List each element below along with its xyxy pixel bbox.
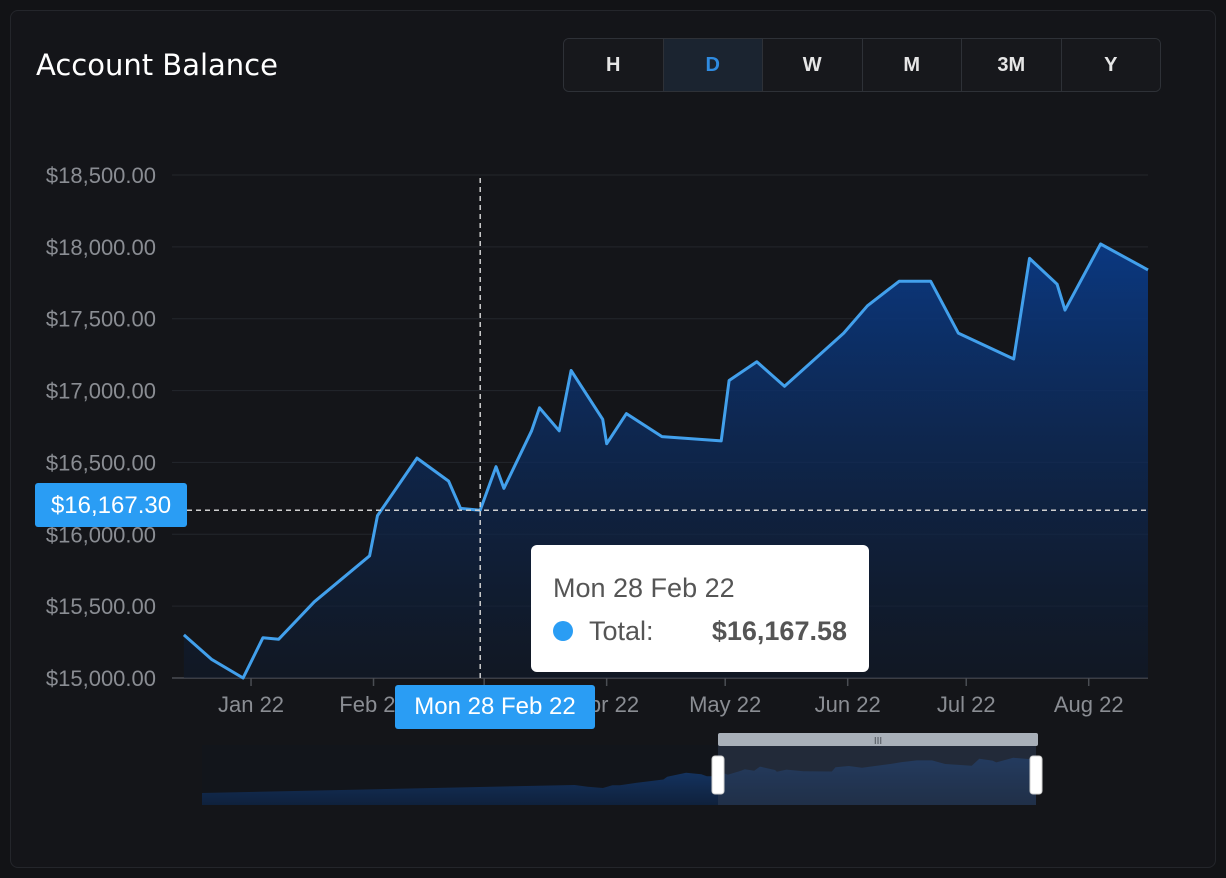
y-tick-label: $18,000.00 — [46, 235, 156, 260]
data-point — [929, 279, 933, 283]
navigator-handle-left[interactable] — [711, 755, 725, 795]
crosshair-y-label: $16,167.30 — [35, 483, 187, 527]
data-point — [494, 465, 498, 469]
data-point — [312, 600, 316, 604]
data-point — [569, 368, 573, 372]
data-point — [755, 360, 759, 364]
data-point — [1012, 357, 1016, 361]
navigator-handle-right[interactable] — [1029, 755, 1043, 795]
chart-tooltip: Mon 28 Feb 22 Total: $16,167.58 — [531, 545, 869, 672]
data-point — [415, 456, 419, 460]
data-point — [727, 379, 731, 383]
crosshair-x-label: Mon 28 Feb 22 — [395, 685, 595, 729]
data-point — [1027, 256, 1031, 260]
x-tick-label: Jun 22 — [815, 692, 881, 717]
scrollbar-grip-icon: III — [874, 736, 882, 747]
data-point — [210, 657, 214, 661]
x-tick-label: Jan 22 — [218, 692, 284, 717]
y-tick-label: $17,000.00 — [46, 379, 156, 404]
x-tick-label: May 22 — [689, 692, 761, 717]
data-point — [375, 514, 379, 518]
x-tick-label: Jul 22 — [937, 692, 996, 717]
y-tick-label: $15,500.00 — [46, 594, 156, 619]
data-point — [1055, 282, 1059, 286]
data-point — [605, 442, 609, 446]
data-point — [368, 554, 372, 558]
data-point — [182, 633, 186, 637]
x-axis: Jan 22Feb 22Mar 22Apr 22May 22Jun 22Jul … — [172, 677, 1148, 717]
data-point — [277, 637, 281, 641]
data-point — [842, 331, 846, 335]
x-tick-label: Aug 22 — [1054, 692, 1124, 717]
data-point — [956, 331, 960, 335]
data-point — [865, 304, 869, 308]
data-point — [660, 435, 664, 439]
y-axis: $15,000.00$15,500.00$16,000.00$16,500.00… — [46, 163, 156, 691]
tooltip-date: Mon 28 Feb 22 — [553, 573, 735, 603]
crosshair-y-label-text: $16,167.30 — [51, 492, 171, 519]
data-point — [241, 676, 245, 680]
tooltip-series-label: Total: — [589, 616, 654, 646]
data-point — [537, 406, 541, 410]
data-point — [1063, 308, 1067, 312]
crosshair-x-label-text: Mon 28 Feb 22 — [414, 693, 575, 720]
tooltip-value: $16,167.58 — [712, 616, 847, 646]
data-point — [719, 439, 723, 443]
y-tick-label: $17,500.00 — [46, 307, 156, 332]
data-point — [1146, 268, 1150, 272]
data-point — [1099, 242, 1103, 246]
data-point — [897, 279, 901, 283]
y-tick-label: $16,500.00 — [46, 450, 156, 475]
y-tick-label: $18,500.00 — [46, 163, 156, 188]
data-point — [261, 636, 265, 640]
data-point — [601, 417, 605, 421]
balance-chart[interactable]: $15,000.00$15,500.00$16,000.00$16,500.00… — [0, 0, 1226, 878]
y-tick-label: $15,000.00 — [46, 666, 156, 691]
series-marker-icon — [553, 621, 573, 641]
navigator-selection[interactable] — [718, 745, 1036, 805]
data-point — [447, 479, 451, 483]
data-point — [782, 384, 786, 388]
data-point — [557, 429, 561, 433]
data-point — [624, 412, 628, 416]
range-navigator[interactable]: III — [202, 733, 1043, 805]
data-point — [530, 429, 534, 433]
data-point — [502, 486, 506, 490]
